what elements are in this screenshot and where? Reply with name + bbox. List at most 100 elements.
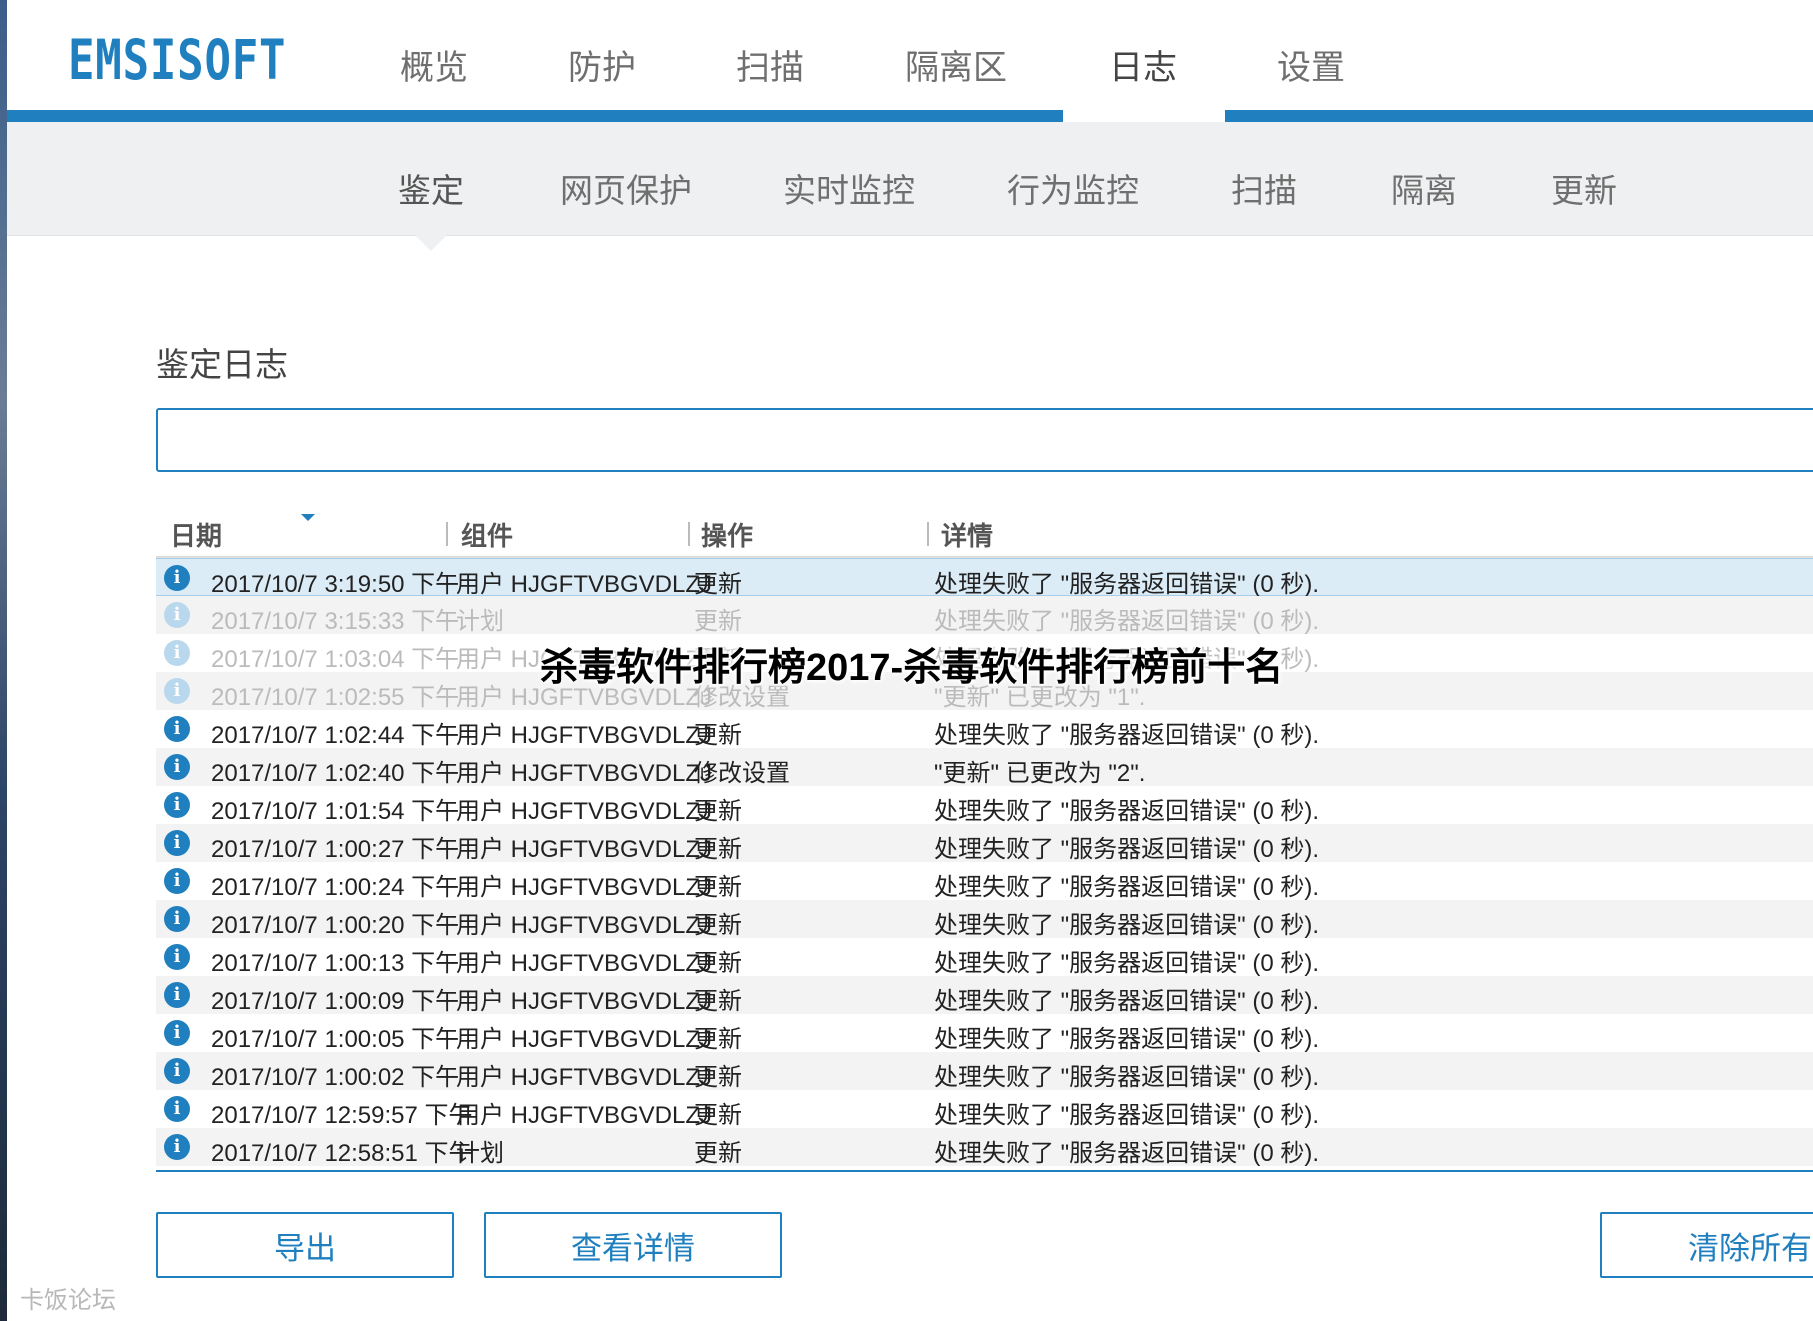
- row-action: 更新: [694, 722, 742, 749]
- row-detail: 处理失败了 "服务器返回错误" (0 秒).: [934, 874, 1320, 901]
- subtab-realtime-monitor[interactable]: 实时监控: [783, 164, 915, 212]
- info-icon: i: [164, 1096, 190, 1122]
- row-component: 用户 HJGFTVBGVDLZJ: [456, 912, 713, 939]
- row-detail: 处理失败了 "服务器返回错误" (0 秒).: [934, 608, 1320, 635]
- row-date: 2017/10/7 1:00:13 下午: [211, 950, 460, 977]
- log-table-header: 日期 组件 操作 详情: [156, 508, 1813, 556]
- row-component: 用户 HJGFTVBGVDLZJ: [456, 950, 713, 977]
- clear-all-button[interactable]: 清除所有: [1600, 1212, 1813, 1278]
- tab-quarantine[interactable]: 隔离区: [905, 40, 1007, 89]
- row-action: 更新: [694, 874, 742, 901]
- info-icon: i: [164, 1134, 190, 1160]
- info-icon: i: [164, 1020, 190, 1046]
- row-component: 用户 HJGFTVBGVDLZJ: [456, 722, 713, 749]
- table-row[interactable]: i 2017/10/7 1:00:05 下午 用户 HJGFTVBGVDLZJ 更新 处…: [156, 1014, 1813, 1053]
- row-action: 更新: [694, 571, 742, 598]
- info-icon: i: [164, 565, 190, 591]
- view-details-button[interactable]: 查看详情: [484, 1212, 782, 1278]
- table-row[interactable]: i 2017/10/7 3:19:50 下午 用户 HJGFTVBGVDLZJ 更新 处…: [156, 558, 1813, 598]
- row-detail: 处理失败了 "服务器返回错误" (0 秒).: [934, 1026, 1320, 1053]
- table-row[interactable]: i 2017/10/7 1:00:13 下午 用户 HJGFTVBGVDLZJ 更新 处…: [156, 938, 1813, 977]
- subtab-quarantine[interactable]: 隔离: [1391, 164, 1457, 212]
- column-header-detail[interactable]: 详情: [941, 516, 993, 553]
- row-detail: "更新" 已更改为 "2".: [934, 760, 1146, 787]
- row-date: 2017/10/7 1:00:05 下午: [211, 1026, 460, 1053]
- row-component: 用户 HJGFTVBGVDLZJ: [456, 836, 713, 863]
- row-date: 2017/10/7 3:19:50 下午: [211, 571, 460, 598]
- row-component: 用户 HJGFTVBGVDLZJ: [456, 1064, 713, 1091]
- row-date: 2017/10/7 1:02:44 下午: [211, 722, 460, 749]
- row-date: 2017/10/7 1:01:54 下午: [211, 798, 460, 825]
- subtab-scan[interactable]: 扫描: [1231, 164, 1297, 212]
- row-component: 用户 HJGFTVBGVDLZJ: [456, 988, 713, 1015]
- tab-settings[interactable]: 设置: [1277, 40, 1345, 89]
- search-input[interactable]: [156, 408, 1813, 472]
- table-row[interactable]: i 2017/10/7 1:00:20 下午 用户 HJGFTVBGVDLZJ 更新 处…: [156, 900, 1813, 939]
- info-icon: i: [164, 792, 190, 818]
- row-detail: 处理失败了 "服务器返回错误" (0 秒).: [934, 1102, 1320, 1129]
- row-date: 2017/10/7 1:00:02 下午: [211, 1064, 460, 1091]
- row-date: 2017/10/7 1:02:40 下午: [211, 760, 460, 787]
- row-action: 更新: [694, 836, 742, 863]
- row-date: 2017/10/7 1:00:24 下午: [211, 874, 460, 901]
- table-row[interactable]: i 2017/10/7 1:00:24 下午 用户 HJGFTVBGVDLZJ 更新 处…: [156, 862, 1813, 901]
- row-date: 2017/10/7 3:15:33 下午: [211, 608, 460, 635]
- row-component: 用户 HJGFTVBGVDLZJ: [456, 1026, 713, 1053]
- info-icon: i: [164, 982, 190, 1008]
- row-detail: 处理失败了 "服务器返回错误" (0 秒).: [934, 1140, 1320, 1167]
- row-action: 更新: [694, 1140, 742, 1167]
- column-divider[interactable]: [688, 522, 690, 546]
- row-action: 更新: [694, 988, 742, 1015]
- row-component: 用户 HJGFTVBGVDLZJ: [456, 760, 713, 787]
- column-header-date[interactable]: 日期: [170, 516, 222, 553]
- row-action: 更新: [694, 798, 742, 825]
- table-row[interactable]: i 2017/10/7 1:00:02 下午 用户 HJGFTVBGVDLZJ 更新 处…: [156, 1052, 1813, 1091]
- column-header-component[interactable]: 组件: [461, 516, 513, 553]
- table-row[interactable]: i 2017/10/7 12:58:51 下午 计划 更新 处理失败了 "服务器返回错误…: [156, 1128, 1813, 1167]
- row-detail: 处理失败了 "服务器返回错误" (0 秒).: [934, 912, 1320, 939]
- table-row[interactable]: i 2017/10/7 1:02:44 下午 用户 HJGFTVBGVDLZJ 更新 处…: [156, 710, 1813, 749]
- row-date: 2017/10/7 1:00:09 下午: [211, 988, 460, 1015]
- forum-watermark: 卡饭论坛: [20, 1287, 116, 1314]
- row-date: 2017/10/7 12:58:51 下午: [211, 1140, 473, 1167]
- table-row[interactable]: i 2017/10/7 1:02:40 下午 用户 HJGFTVBGVDLZJ 修改设…: [156, 748, 1813, 787]
- desktop-background-strip: [0, 0, 7, 1321]
- subtab-behavior-monitor[interactable]: 行为监控: [1007, 164, 1139, 212]
- export-button[interactable]: 导出: [156, 1212, 454, 1278]
- table-row[interactable]: i 2017/10/7 1:00:09 下午 用户 HJGFTVBGVDLZJ 更新 处…: [156, 976, 1813, 1015]
- row-component: 用户 HJGFTVBGVDLZJ: [456, 1102, 713, 1129]
- subtab-detection[interactable]: 鉴定: [398, 164, 464, 212]
- column-divider[interactable]: [927, 522, 929, 546]
- tab-logs[interactable]: 日志: [1109, 40, 1177, 89]
- table-row[interactable]: i 2017/10/7 12:59:57 下午 用户 HJGFTVBGVDLZJ 更新…: [156, 1090, 1813, 1129]
- row-action: 更新: [694, 1064, 742, 1091]
- row-component: 用户 HJGFTVBGVDLZJ: [456, 798, 713, 825]
- overlay-headline: 杀毒软件排行榜2017-杀毒软件排行榜前十名: [540, 647, 1284, 689]
- table-row[interactable]: i 2017/10/7 1:00:27 下午 用户 HJGFTVBGVDLZJ 更新 处…: [156, 824, 1813, 863]
- row-detail: 处理失败了 "服务器返回错误" (0 秒).: [934, 950, 1320, 977]
- row-detail: 处理失败了 "服务器返回错误" (0 秒).: [934, 798, 1320, 825]
- column-header-action[interactable]: 操作: [701, 516, 753, 553]
- column-divider[interactable]: [446, 522, 448, 546]
- info-icon: i: [164, 602, 190, 628]
- row-date: 2017/10/7 1:00:27 下午: [211, 836, 460, 863]
- tab-overview[interactable]: 概览: [400, 40, 468, 89]
- info-icon: i: [164, 754, 190, 780]
- row-action: 更新: [694, 912, 742, 939]
- info-icon: i: [164, 678, 190, 704]
- subtab-update[interactable]: 更新: [1551, 164, 1617, 212]
- row-detail: 处理失败了 "服务器返回错误" (0 秒).: [934, 836, 1320, 863]
- row-action: 更新: [694, 1102, 742, 1129]
- table-row[interactable]: i 2017/10/7 1:01:54 下午 用户 HJGFTVBGVDLZJ 更新 处…: [156, 786, 1813, 825]
- row-action: 修改设置: [694, 760, 790, 787]
- row-date: 2017/10/7 1:02:55 下午: [211, 684, 460, 711]
- table-row[interactable]: i 2017/10/7 3:15:33 下午 计划 更新 处理失败了 "服务器返回错误"…: [156, 596, 1813, 635]
- page-title: 鉴定日志: [156, 346, 288, 383]
- row-component: 用户 HJGFTVBGVDLZJ: [456, 571, 713, 598]
- row-date: 2017/10/7 1:03:04 下午: [211, 646, 460, 673]
- row-detail: 处理失败了 "服务器返回错误" (0 秒).: [934, 571, 1320, 598]
- tab-protection[interactable]: 防护: [568, 40, 636, 89]
- subtab-web-protection[interactable]: 网页保护: [560, 164, 692, 212]
- row-date: 2017/10/7 12:59:57 下午: [211, 1102, 473, 1129]
- tab-scan[interactable]: 扫描: [736, 40, 804, 89]
